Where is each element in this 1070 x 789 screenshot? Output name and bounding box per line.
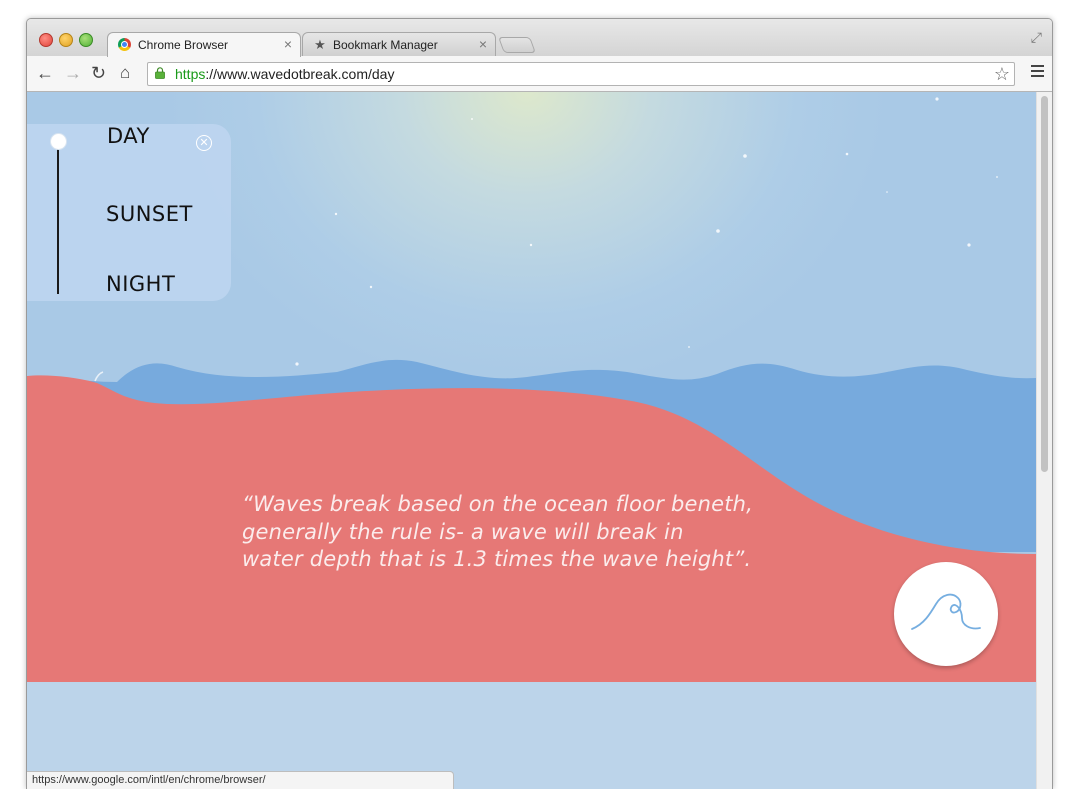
status-bubble: https://www.google.com/intl/en/chrome/br… [27, 771, 454, 789]
address-bar[interactable]: https://www.wavedotbreak.com/day ☆ [147, 62, 1015, 86]
quote-line-3: water depth that is 1.3 times the wave h… [242, 547, 752, 571]
hamburger-menu-icon[interactable] [1031, 65, 1044, 80]
fullscreen-icon[interactable]: ⤢ [1031, 29, 1042, 46]
chrome-logo-icon [118, 38, 132, 52]
url-text: https://www.wavedotbreak.com/day [175, 66, 394, 82]
url-scheme: https [175, 66, 206, 82]
star-icon: ★ [314, 37, 326, 52]
time-of-day-panel: DAY SUNSET NIGHT ✕ [27, 124, 231, 301]
bookmark-star-icon[interactable]: ☆ [994, 64, 1010, 85]
maximize-window-button[interactable] [79, 33, 93, 47]
wave-button[interactable] [894, 562, 998, 666]
close-circle-icon[interactable]: ✕ [196, 135, 212, 151]
time-option-day[interactable]: DAY [107, 124, 150, 148]
browser-window: Chrome Browser × ★ Bookmark Manager × ⤢ … [26, 18, 1053, 789]
page-viewport: DAY SUNSET NIGHT ✕ “Waves break based on… [27, 92, 1036, 789]
tab-bookmark-manager[interactable]: ★ Bookmark Manager × [302, 32, 496, 56]
vertical-scrollbar[interactable] [1036, 92, 1052, 789]
close-window-button[interactable] [39, 33, 53, 47]
tab-label: Bookmark Manager [333, 38, 438, 52]
forward-arrow-icon[interactable]: → [64, 63, 82, 83]
reload-icon[interactable]: ↻ [91, 63, 106, 83]
back-arrow-icon[interactable]: ← [36, 63, 54, 83]
minimize-window-button[interactable] [59, 33, 73, 47]
time-slider-knob[interactable] [50, 133, 67, 150]
quote-line-1: “Waves break based on the ocean floor be… [242, 492, 754, 516]
tab-strip: Chrome Browser × ★ Bookmark Manager × ⤢ [27, 19, 1052, 57]
scrollbar-thumb[interactable] [1041, 96, 1048, 472]
time-option-sunset[interactable]: SUNSET [106, 202, 193, 226]
quote-line-2: generally the rule is- a wave will break… [242, 519, 684, 544]
time-slider-track[interactable] [57, 146, 59, 294]
tab-label: Chrome Browser [138, 38, 229, 52]
wave-icon [911, 593, 981, 630]
tab-chrome-browser[interactable]: Chrome Browser × [107, 32, 301, 57]
tab-close-icon[interactable]: × [479, 36, 487, 52]
time-option-night[interactable]: NIGHT [106, 272, 175, 296]
wave-quote: “Waves break based on the ocean floor be… [242, 491, 802, 574]
url-rest: ://www.wavedotbreak.com/day [205, 66, 395, 82]
tab-close-icon[interactable]: × [284, 36, 292, 52]
browser-toolbar: ← → ↻ ⌂ https://www.wavedotbreak.com/day… [27, 56, 1052, 92]
new-tab-button[interactable] [498, 37, 536, 53]
stars [162, 97, 998, 372]
home-icon[interactable]: ⌂ [120, 63, 130, 83]
lock-icon [155, 67, 165, 79]
